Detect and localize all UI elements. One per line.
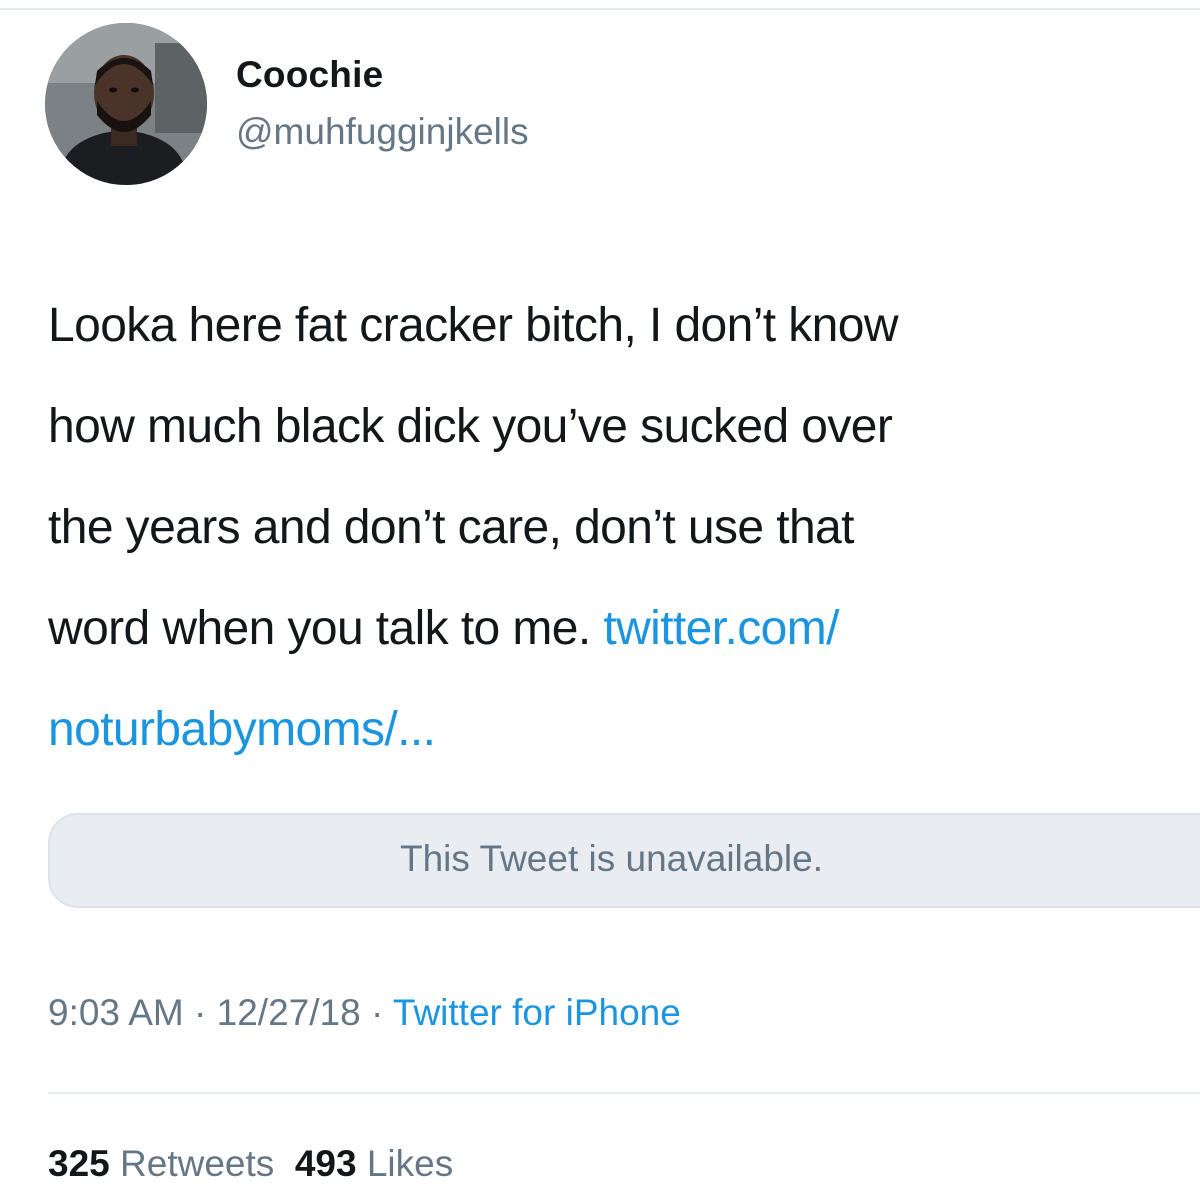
user-handle[interactable]: @muhfugginjkells — [236, 111, 529, 153]
tweet-metadata: 9:03 AM · 12/27/18 · Twitter for iPhone — [48, 992, 681, 1034]
tweet-link[interactable]: twitter.com/ — [603, 602, 839, 655]
top-divider — [0, 8, 1200, 10]
retweets-label[interactable]: Retweets — [120, 1143, 274, 1184]
tweet-text-line: Looka here fat cracker bitch, I don’t kn… — [48, 299, 899, 352]
retweets-count[interactable]: 325 — [48, 1143, 110, 1184]
tweet-text-fragment: word when you talk to me. — [48, 602, 604, 655]
avatar[interactable] — [45, 23, 207, 185]
meta-separator: · — [183, 992, 217, 1033]
avatar-photo-icon — [45, 23, 207, 185]
display-name[interactable]: Coochie — [236, 54, 383, 96]
tweet-text-line: the years and don’t care, don’t use that — [48, 501, 854, 554]
quoted-tweet-unavailable-text: This Tweet is unavailable. — [400, 838, 823, 879]
tweet-time[interactable]: 9:03 AM — [48, 992, 184, 1033]
tweet-source-link[interactable]: Twitter for iPhone — [393, 992, 681, 1033]
tweet-text-line: how much black dick you’ve sucked over — [48, 400, 893, 453]
tweet-text-line: word when you talk to me. twitter.com/ — [48, 578, 1198, 679]
meta-separator: · — [360, 992, 393, 1033]
tweet-date[interactable]: 12/27/18 — [217, 992, 361, 1033]
likes-count[interactable]: 493 — [295, 1143, 357, 1184]
tweet-link-continued[interactable]: noturbabymoms/... — [48, 679, 1198, 780]
tweet-stats: 325 Retweets 493 Likes — [48, 1143, 453, 1185]
stats-divider — [48, 1092, 1200, 1094]
likes-label[interactable]: Likes — [367, 1143, 453, 1184]
tweet-text: Looka here fat cracker bitch, I don’t kn… — [48, 275, 1198, 780]
